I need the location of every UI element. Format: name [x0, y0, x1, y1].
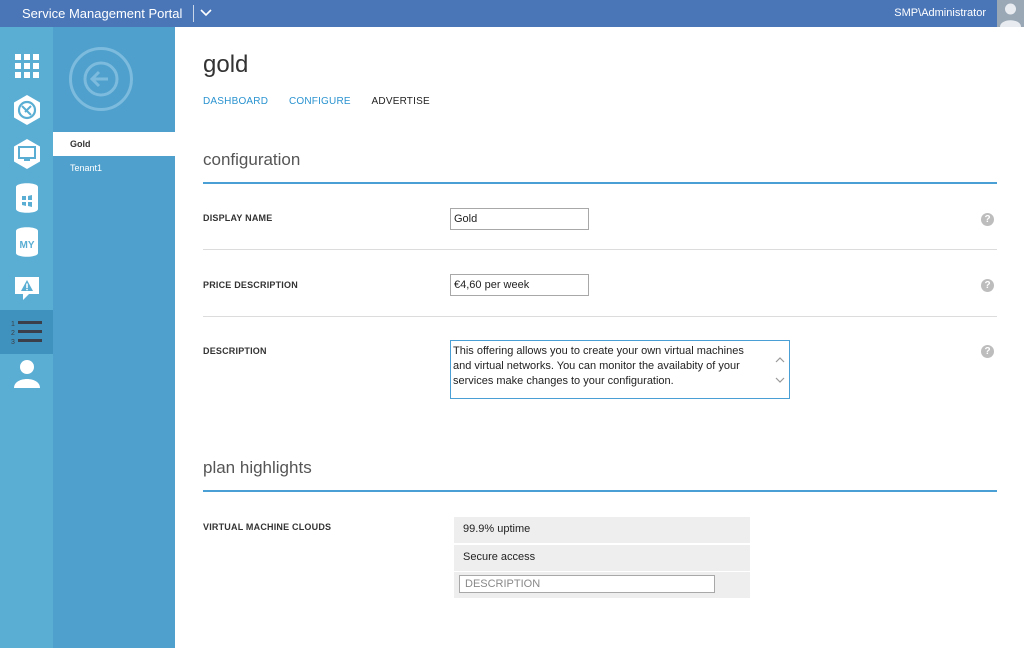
description-text: This offering allows you to create your …: [453, 345, 744, 387]
web-sites-icon[interactable]: [10, 93, 43, 126]
svg-text:2: 2: [11, 330, 15, 337]
page-title: gold: [203, 51, 249, 78]
avatar[interactable]: [997, 0, 1024, 27]
row-divider: [203, 316, 997, 317]
topbar-divider: [193, 5, 194, 22]
alert-icon[interactable]: [10, 271, 43, 304]
help-icon[interactable]: ?: [981, 213, 994, 226]
back-button[interactable]: [69, 47, 133, 111]
section-divider: [203, 490, 997, 492]
virtual-machines-icon[interactable]: [10, 137, 43, 170]
help-icon[interactable]: ?: [981, 279, 994, 292]
tab-configure[interactable]: CONFIGURE: [289, 96, 351, 107]
user-accounts-icon[interactable]: [10, 357, 43, 390]
nav-item-tenant1[interactable]: Tenant1: [53, 156, 175, 180]
highlight-row[interactable]: 99.9% uptime: [454, 517, 750, 543]
tab-dashboard[interactable]: DASHBOARD: [203, 96, 268, 107]
section-divider: [203, 182, 997, 184]
svg-text:3: 3: [11, 339, 15, 345]
main-content: gold DASHBOARD CONFIGURE ADVERTISE confi…: [175, 27, 1024, 648]
service-icon-bar: MY 1 2 3: [0, 27, 53, 648]
display-name-label: DISPLAY NAME: [203, 213, 273, 223]
nav-item-gold[interactable]: Gold: [53, 132, 175, 156]
description-textarea[interactable]: This offering allows you to create your …: [450, 340, 790, 399]
price-description-label: PRICE DESCRIPTION: [203, 280, 298, 290]
help-icon[interactable]: ?: [981, 345, 994, 358]
user-name[interactable]: SMP\Administrator: [894, 7, 986, 19]
svg-text:1: 1: [11, 321, 15, 328]
app-title[interactable]: Service Management Portal: [22, 6, 182, 21]
my-sql-icon[interactable]: MY: [10, 225, 43, 258]
plan-highlights-heading: plan highlights: [203, 458, 312, 477]
price-description-field[interactable]: €4,60 per week: [450, 274, 589, 296]
configuration-heading: configuration: [203, 150, 301, 169]
highlight-row[interactable]: Secure access: [454, 545, 750, 571]
top-bar: Service Management Portal SMP\Administra…: [0, 0, 1024, 27]
plans-nav-panel: Gold Tenant1: [53, 27, 175, 648]
display-name-field[interactable]: Gold: [450, 208, 589, 230]
scroll-down-icon[interactable]: [775, 374, 785, 383]
scroll-up-icon[interactable]: [775, 354, 785, 363]
all-items-grid-icon[interactable]: [10, 49, 43, 82]
virtual-machine-clouds-label: VIRTUAL MACHINE CLOUDS: [203, 522, 332, 532]
plans-list-icon[interactable]: 1 2 3: [0, 310, 53, 354]
tab-bar: DASHBOARD CONFIGURE ADVERTISE: [203, 96, 448, 107]
svg-text:MY: MY: [19, 240, 34, 251]
new-highlight-input[interactable]: DESCRIPTION: [459, 575, 715, 593]
chevron-down-icon[interactable]: [199, 6, 213, 20]
tab-advertise[interactable]: ADVERTISE: [372, 96, 430, 107]
description-label: DESCRIPTION: [203, 346, 267, 356]
sql-database-icon[interactable]: [10, 181, 43, 214]
row-divider: [203, 249, 997, 250]
